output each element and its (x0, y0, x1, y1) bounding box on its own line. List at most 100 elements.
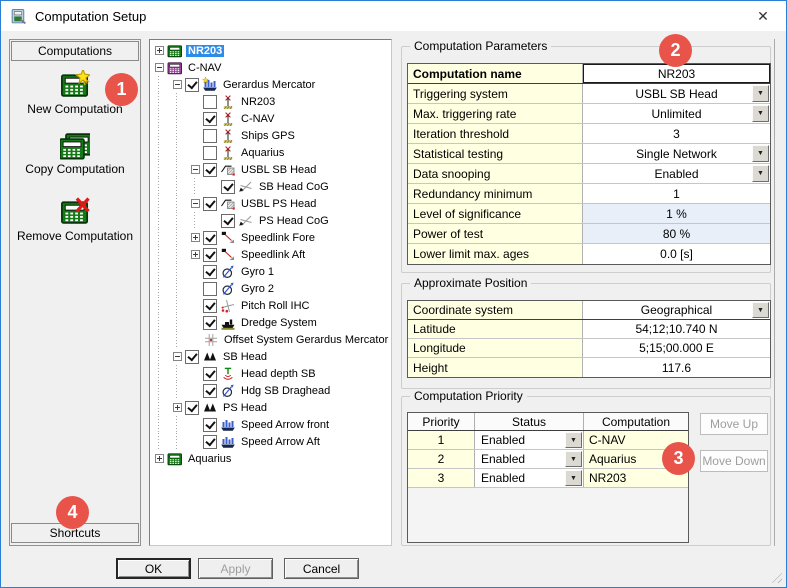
tree-item[interactable]: C-NAV (153, 59, 391, 76)
tree-item-checkbox[interactable] (185, 401, 199, 415)
tree-expander[interactable] (153, 61, 166, 74)
dropdown-button[interactable]: ▼ (752, 165, 769, 182)
tree-item-label[interactable]: Aquarius (239, 147, 286, 159)
tree-item-label[interactable]: Speedlink Aft (239, 249, 307, 261)
tree-item-checkbox[interactable] (185, 350, 199, 364)
collapse-minus-icon[interactable] (191, 165, 200, 174)
parameter-value-text[interactable]: 117.6 (583, 358, 770, 377)
apply-button[interactable]: Apply (198, 558, 273, 579)
tree-expander[interactable] (189, 163, 202, 176)
tree-item-checkbox[interactable] (221, 180, 235, 194)
tree-item[interactable]: NR203 (153, 42, 391, 59)
tree-expander[interactable] (153, 44, 166, 57)
collapse-minus-icon[interactable] (173, 352, 182, 361)
tree-item-label[interactable]: Gyro 1 (239, 266, 276, 278)
tree-item[interactable]: Aquarius (153, 450, 391, 467)
tree-item-checkbox[interactable] (203, 231, 217, 245)
status-dropdown-cell[interactable]: Enabled▼ (475, 431, 584, 449)
tree-item[interactable]: SB Head (153, 348, 391, 365)
tree-item[interactable]: USBL SB Head (153, 161, 391, 178)
dropdown-button[interactable]: ▼ (565, 470, 582, 486)
tree-item[interactable]: C-NAV (153, 110, 391, 127)
status-dropdown-cell[interactable]: Enabled▼ (475, 469, 584, 487)
dropdown-button[interactable]: ▼ (752, 145, 769, 162)
tree-item[interactable]: NR203 (153, 93, 391, 110)
dropdown-button[interactable]: ▼ (752, 302, 769, 318)
tree-item[interactable]: Gyro 1 (153, 263, 391, 280)
tree-item-label[interactable]: Gyro 2 (239, 283, 276, 295)
parameter-value-dropdown[interactable]: USBL SB Head▼ (583, 84, 770, 103)
tree-item-checkbox[interactable] (203, 435, 217, 449)
tree-item-label[interactable]: USBL PS Head (239, 198, 318, 210)
tree-expander[interactable] (171, 350, 184, 363)
tree-item-label[interactable]: PS Head CoG (257, 215, 331, 227)
tree-item[interactable]: Hdg SB Draghead (153, 382, 391, 399)
parameter-value-text[interactable]: 0.0 [s] (583, 244, 770, 264)
tree-item-label[interactable]: C-NAV (186, 62, 223, 74)
tree-expander[interactable] (171, 401, 184, 414)
parameter-value-text[interactable]: 3 (583, 124, 770, 143)
tree-item[interactable]: Pitch Roll IHC (153, 297, 391, 314)
move-up-button[interactable]: Move Up (700, 413, 768, 435)
tree-item[interactable]: Speed Arrow front (153, 416, 391, 433)
tree-item-checkbox[interactable] (203, 384, 217, 398)
tree-item-label[interactable]: SB Head (221, 351, 269, 363)
tree-item[interactable]: Speedlink Fore (153, 229, 391, 246)
tree-item-label[interactable]: Hdg SB Draghead (239, 385, 332, 397)
remove-computation-button[interactable]: Remove Computation (11, 197, 139, 243)
parameter-value-dropdown[interactable]: Enabled▼ (583, 164, 770, 183)
tree-item[interactable]: Head depth SB (153, 365, 391, 382)
copy-computation-button[interactable]: Copy Computation (11, 130, 139, 176)
tree-item-label[interactable]: Pitch Roll IHC (239, 300, 311, 312)
tree-item-label[interactable]: NR203 (186, 45, 224, 57)
tree-item-label[interactable]: Speed Arrow front (239, 419, 331, 431)
move-down-button[interactable]: Move Down (700, 450, 768, 472)
ok-button[interactable]: OK (116, 558, 191, 579)
parameter-value-dropdown[interactable]: Geographical▼ (583, 301, 770, 319)
tree-item-checkbox[interactable] (203, 282, 217, 296)
tree-expander[interactable] (153, 452, 166, 465)
tree-item[interactable]: SB Head CoG (153, 178, 391, 195)
tree-item-checkbox[interactable] (203, 316, 217, 330)
tree-item-label[interactable]: Offset System Gerardus Mercator (222, 334, 390, 346)
parameter-value-text[interactable]: 1 (583, 184, 770, 203)
close-button[interactable]: ✕ (740, 1, 786, 31)
tree-item-checkbox[interactable] (203, 418, 217, 432)
tree-item[interactable]: Aquarius (153, 144, 391, 161)
tree-item-checkbox[interactable] (203, 248, 217, 262)
tree-item-label[interactable]: Gerardus Mercator (221, 79, 317, 91)
tree-item-label[interactable]: USBL SB Head (239, 164, 318, 176)
expand-plus-icon[interactable] (191, 233, 200, 242)
tree-expander[interactable] (189, 197, 202, 210)
tree-expander[interactable] (171, 78, 184, 91)
tree-item[interactable]: Gyro 2 (153, 280, 391, 297)
dropdown-button[interactable]: ▼ (565, 451, 582, 467)
tree-item-checkbox[interactable] (203, 265, 217, 279)
parameter-value-dropdown[interactable]: Unlimited▼ (583, 104, 770, 123)
collapse-minus-icon[interactable] (173, 80, 182, 89)
status-dropdown-cell[interactable]: Enabled▼ (475, 450, 584, 468)
tree-item-checkbox[interactable] (203, 163, 217, 177)
tree-item-label[interactable]: Head depth SB (239, 368, 318, 380)
tree-item-label[interactable]: Aquarius (186, 453, 233, 465)
tree-expander[interactable] (189, 248, 202, 261)
tree-item[interactable]: Speed Arrow Aft (153, 433, 391, 450)
tree-item-checkbox[interactable] (203, 146, 217, 160)
tree-item-checkbox[interactable] (221, 214, 235, 228)
dropdown-button[interactable]: ▼ (565, 432, 582, 448)
tree-item[interactable]: PS Head (153, 399, 391, 416)
expand-plus-icon[interactable] (191, 250, 200, 259)
expand-plus-icon[interactable] (173, 403, 182, 412)
collapse-minus-icon[interactable] (191, 199, 200, 208)
tree-item-checkbox[interactable] (203, 197, 217, 211)
dropdown-button[interactable]: ▼ (752, 85, 769, 102)
tree-item-checkbox[interactable] (203, 95, 217, 109)
tree-item[interactable]: Dredge System (153, 314, 391, 331)
resize-grip[interactable] (769, 570, 782, 583)
parameter-value-dropdown[interactable]: Single Network▼ (583, 144, 770, 163)
tree-item-label[interactable]: Dredge System (239, 317, 319, 329)
computations-header-button[interactable]: Computations (11, 41, 139, 61)
parameter-value-text[interactable]: 5;15;00.000 E (583, 339, 770, 357)
tree-item-checkbox[interactable] (203, 299, 217, 313)
tree-item-label[interactable]: PS Head (221, 402, 269, 414)
